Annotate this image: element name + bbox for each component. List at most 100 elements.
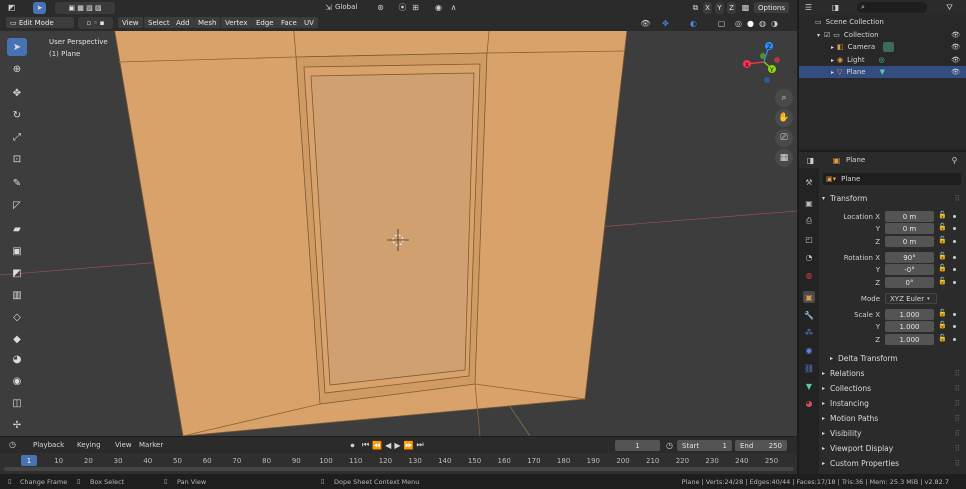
lock-icon[interactable]: 🔓 [938, 277, 947, 285]
auto-merge-icon[interactable]: ▩ [740, 2, 751, 13]
drag-handle-icon[interactable]: ⠿ [955, 444, 961, 453]
rotation-z-field[interactable]: 0° [885, 277, 934, 288]
jump-end-icon[interactable]: ⏭ [416, 440, 423, 450]
annotate-tool-icon[interactable]: ✎ [7, 174, 27, 192]
solid-shading-icon[interactable]: ● [745, 18, 756, 29]
object-tab-icon[interactable]: ▣ [803, 291, 815, 303]
rotate-tool-icon[interactable]: ↻ [7, 106, 27, 124]
properties-editor-icon[interactable]: ◨ [805, 155, 816, 166]
display-mode-icon[interactable]: ◨ [830, 2, 841, 13]
object-name-field[interactable]: ▣▾ Plane [823, 173, 961, 185]
play-reverse-icon[interactable]: ◀ [385, 441, 391, 450]
zoom-icon[interactable]: ⌕ [775, 89, 793, 107]
menu-keying[interactable]: Keying [77, 441, 101, 449]
mode-dropdown[interactable]: ▭ Edit Mode [6, 17, 74, 28]
lock-icon[interactable]: 🔓 [938, 309, 947, 317]
extrude-tool-icon[interactable]: ▰ [7, 220, 27, 238]
material-tab-icon[interactable]: ◕ [803, 397, 815, 409]
menu-vertex[interactable]: Vertex [221, 17, 252, 28]
outliner-row-scene[interactable]: ▭ Scene Collection [799, 16, 966, 28]
navigation-gizmo[interactable]: Z X Y [742, 40, 786, 84]
keyframe-dot-icon[interactable] [953, 240, 956, 243]
start-frame-field[interactable]: Start 1 [677, 440, 732, 451]
view-layer-tab-icon[interactable]: ◰ [803, 233, 815, 245]
constraints-tab-icon[interactable]: ⛓ [803, 362, 815, 374]
cursor-tool-icon[interactable]: ⊕ [7, 60, 27, 78]
scale-y-field[interactable]: 1.000 [885, 321, 934, 332]
keyframe-dot-icon[interactable] [953, 313, 956, 316]
mirror-x[interactable]: X [703, 2, 712, 14]
world-tab-icon[interactable]: ◍ [803, 269, 815, 281]
pivot-icon[interactable]: ⊛ [375, 2, 386, 13]
select-element-buttons[interactable]: ▫ ◦ ▪ [78, 17, 113, 29]
end-frame-field[interactable]: End 250 [735, 440, 787, 451]
output-tab-icon[interactable]: ⎙ [803, 215, 815, 227]
orientation-dropdown[interactable]: Global [335, 3, 357, 11]
record-icon[interactable]: ⏺ [347, 440, 358, 451]
custom-properties-panel-header[interactable]: ▸ Custom Properties ⠿ [822, 457, 962, 470]
lock-icon[interactable]: 🔓 [938, 211, 947, 219]
bevel-tool-icon[interactable]: ◩ [7, 264, 27, 282]
3d-viewport[interactable]: User Perspective (1) Plane Z X Y ⌕ ✋ ⎚ ▦ [0, 31, 797, 436]
lock-icon[interactable]: 🔓 [938, 236, 947, 244]
wireframe-shading-icon[interactable]: ◎ [733, 18, 744, 29]
overlay-toggle-icon[interactable]: ◐ [688, 18, 699, 29]
menu-edge[interactable]: Edge [252, 17, 278, 28]
lock-icon[interactable]: 🔓 [938, 334, 947, 342]
timeline[interactable]: 1 10 20 30 40 50 60 70 80 90 100 110 120 130 140 150 16… [0, 453, 797, 474]
editor-type-icon[interactable]: ◩ [6, 2, 17, 13]
timeline-scrollbar[interactable] [4, 467, 794, 471]
collections-panel-header[interactable]: ▸ Collections ⠿ [822, 382, 962, 395]
knife-tool-icon[interactable]: ◇ [7, 308, 27, 326]
edge-slide-tool-icon[interactable]: ◫ [7, 394, 27, 412]
expand-icon[interactable]: ▸ [831, 69, 834, 76]
expand-icon[interactable]: ▸ [831, 44, 834, 51]
pan-hand-icon[interactable]: ✋ [775, 109, 793, 127]
transform-tool-icon[interactable]: ⊡ [7, 150, 27, 168]
eye-icon[interactable]: 👁 [951, 68, 960, 76]
select-mode-buttons[interactable]: ▣ ▦ ▧ ▨ [55, 2, 115, 14]
location-x-field[interactable]: 0 m [885, 211, 934, 222]
drag-handle-icon[interactable]: ⠿ [955, 459, 961, 468]
prev-keyframe-icon[interactable]: ⏪ [372, 441, 382, 450]
menu-uv[interactable]: UV [300, 17, 318, 28]
falloff-icon[interactable]: ∧ [448, 2, 459, 13]
material-shading-icon[interactable]: ◍ [757, 18, 768, 29]
keyframe-dot-icon[interactable] [953, 281, 956, 284]
measure-tool-icon[interactable]: ◸ [7, 196, 27, 214]
outliner-editor-icon[interactable]: ☰ [803, 2, 814, 13]
instancing-panel-header[interactable]: ▸ Instancing ⠿ [822, 397, 962, 410]
transform-orientation-icon[interactable]: ⇲ [323, 2, 334, 13]
keyframe-dot-icon[interactable] [953, 227, 956, 230]
drag-handle-icon[interactable]: ⠿ [955, 399, 961, 408]
select-tool-icon[interactable]: ➤ [33, 2, 46, 14]
rotation-y-field[interactable]: -0° [885, 264, 934, 275]
select-box-icon[interactable]: ➤ [7, 38, 27, 56]
menu-timeline-view[interactable]: View [115, 441, 132, 449]
scale-x-field[interactable]: 1.000 [885, 309, 934, 320]
render-tab-icon[interactable]: ▣ [803, 197, 815, 209]
keyframe-dot-icon[interactable] [953, 268, 956, 271]
data-tab-icon[interactable]: ▼ [803, 380, 815, 392]
viewport-display-panel-header[interactable]: ▸ Viewport Display ⠿ [822, 442, 962, 455]
tool-tab-icon[interactable]: ⚒ [803, 176, 815, 188]
playhead[interactable]: 1 [21, 455, 37, 466]
menu-add[interactable]: Add [172, 17, 194, 28]
relations-panel-header[interactable]: ▸ Relations ⠿ [822, 367, 962, 380]
gizmo-toggle-icon[interactable]: ✥ [660, 18, 671, 29]
grid-ortho-icon[interactable]: ▦ [775, 149, 793, 167]
inset-tool-icon[interactable]: ▣ [7, 242, 27, 260]
drag-handle-icon[interactable]: ⠿ [955, 429, 961, 438]
scale-tool-icon[interactable]: ⤢ [7, 128, 27, 146]
mirror-axes[interactable]: X Y Z [703, 2, 736, 14]
transform-panel-header[interactable]: ▾ Transform ⠿ [822, 192, 962, 205]
outliner-row-camera[interactable]: ▸ ◧ Camera 👁 [799, 41, 966, 53]
eye-icon[interactable]: 👁 [951, 56, 960, 64]
menu-view[interactable]: View [118, 17, 143, 28]
rotation-x-field[interactable]: 90° [885, 252, 934, 263]
mirror-z[interactable]: Z [727, 2, 736, 14]
location-z-field[interactable]: 0 m [885, 236, 934, 247]
smooth-tool-icon[interactable]: ◉ [7, 372, 27, 390]
menu-select[interactable]: Select [144, 17, 174, 28]
shrink-fatten-tool-icon[interactable]: ✢ [7, 416, 27, 434]
